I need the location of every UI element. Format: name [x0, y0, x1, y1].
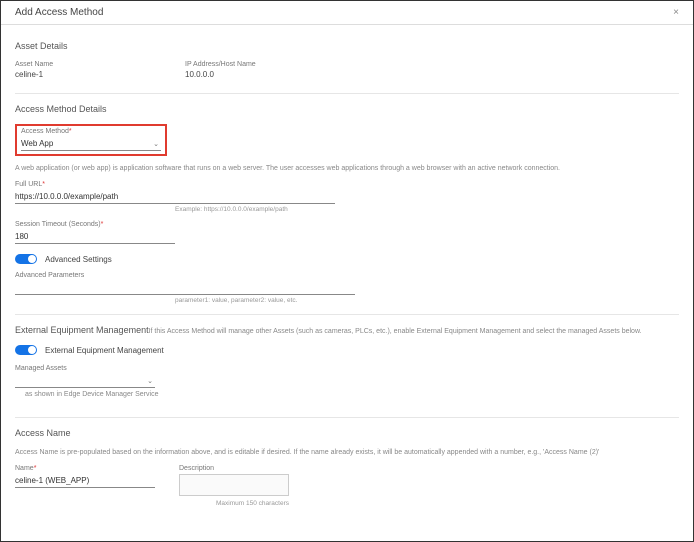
access-method-select[interactable]: ⌄ [21, 137, 161, 151]
managed-assets-label: Managed Assets [15, 365, 679, 372]
adv-params-input[interactable] [15, 281, 355, 295]
managed-assets-hint: as shown in Edge Device Manager Service [25, 390, 679, 399]
name-input[interactable] [15, 474, 155, 488]
timeout-label: Session Timeout (Seconds)* [15, 221, 679, 228]
asset-name-label: Asset Name [15, 61, 145, 68]
method-details-heading: Access Method Details [15, 104, 679, 114]
dialog-header: Add Access Method × [1, 1, 693, 25]
ext-equip-toggle[interactable] [15, 345, 37, 355]
adv-params-example: parameter1: value, parameter2: value, et… [175, 297, 679, 304]
access-name-section: Access Name Access Name is pre-populated… [15, 418, 679, 517]
asset-name-value: celine-1 [15, 70, 43, 79]
full-url-label: Full URL* [15, 181, 679, 188]
close-icon[interactable]: × [673, 8, 679, 18]
advanced-settings-toggle[interactable] [15, 254, 37, 264]
ext-equip-toggle-label: External Equipment Management [45, 346, 164, 355]
advanced-settings-label: Advanced Settings [45, 255, 112, 264]
ip-label: IP Address/Host Name [185, 61, 315, 68]
full-url-input[interactable] [15, 190, 335, 204]
adv-params-label: Advanced Parameters [15, 272, 679, 279]
access-name-desc: Access Name is pre-populated based on th… [15, 448, 679, 457]
dialog-title: Add Access Method [15, 7, 103, 18]
max-chars-hint: Maximum 150 characters [179, 500, 289, 507]
access-name-heading: Access Name [15, 428, 679, 438]
description-label: Description [179, 465, 289, 472]
description-input[interactable] [179, 474, 289, 496]
ip-value: 10.0.0.0 [185, 70, 214, 79]
method-description: A web application (or web app) is applic… [15, 164, 679, 173]
url-example: Example: https://10.0.0.0/example/path [175, 206, 679, 213]
asset-details-heading: Asset Details [15, 41, 679, 51]
access-method-input[interactable] [21, 137, 161, 151]
managed-assets-select[interactable]: ⌄ [15, 374, 155, 388]
access-method-label: Access Method* [21, 128, 161, 135]
asset-details-section: Asset Details Asset Name celine-1 IP Add… [15, 31, 679, 94]
timeout-input[interactable] [15, 230, 175, 244]
external-equipment-section: External Equipment Management If this Acc… [15, 315, 679, 418]
ext-equip-heading-desc: If this Access Method will manage other … [149, 328, 642, 335]
managed-assets-input[interactable] [15, 374, 155, 388]
ext-equip-heading: External Equipment ManagementIf this Acc… [15, 325, 679, 335]
access-method-details-section: Access Method Details Access Method* ⌄ A… [15, 94, 679, 315]
access-method-highlight: Access Method* ⌄ [15, 124, 167, 156]
name-label: Name* [15, 465, 155, 472]
